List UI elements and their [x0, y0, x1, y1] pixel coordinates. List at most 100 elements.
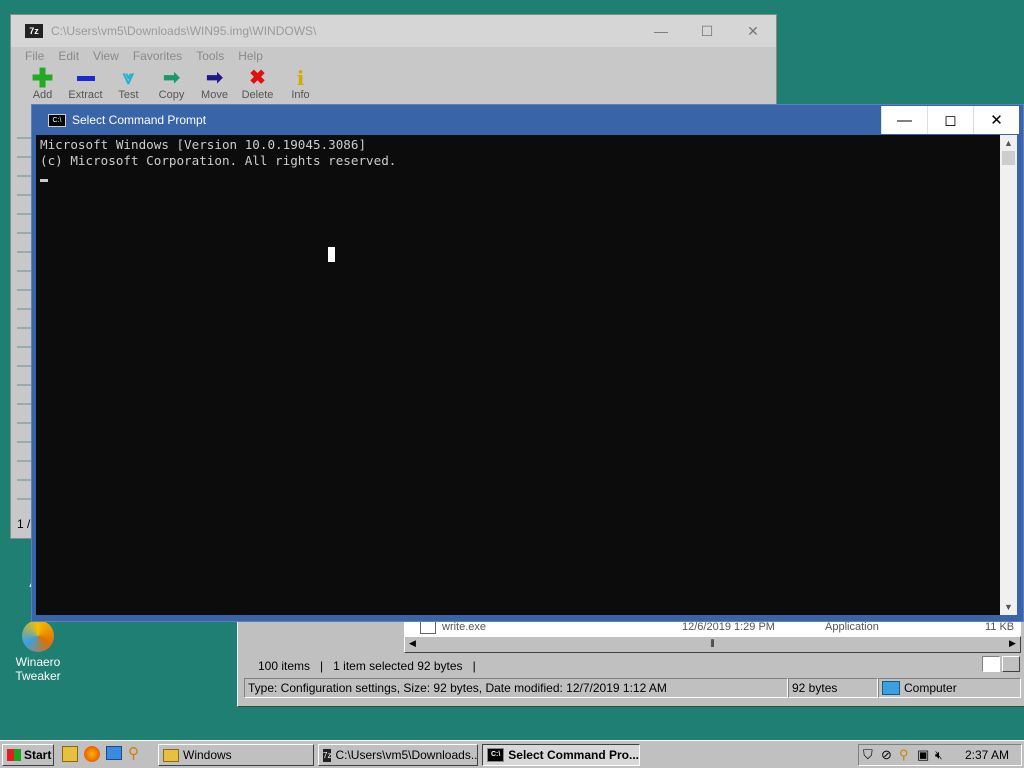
task-label: C:\Users\vm5\Downloads... [335, 748, 478, 762]
scroll-thumb[interactable] [1002, 151, 1015, 165]
system-tray: ⛉ ⊘ ⚲ ▣ 🔇︎ 2:37 AM [858, 744, 1022, 766]
keyboard-icon[interactable] [106, 746, 122, 760]
quick-launch: ⚲ [62, 746, 144, 762]
minimize-button[interactable]: — [881, 106, 927, 134]
console-output[interactable]: Microsoft Windows [Version 10.0.19045.30… [36, 135, 1000, 615]
cmd-window[interactable]: C:\ Select Command Prompt — ◻ ✕ Microsof… [31, 104, 1024, 622]
scroll-right-button[interactable]: ▶ [1005, 637, 1020, 652]
prompt-line [40, 169, 1000, 185]
details-view-icon[interactable] [982, 656, 1000, 672]
winaero-tweaker-icon [22, 620, 54, 652]
copy-label: Copy [158, 89, 185, 101]
detail-location-label: Computer [904, 681, 957, 695]
copy-button[interactable]: ➡ Copy [150, 65, 193, 105]
scroll-left-button[interactable]: ◀ [405, 637, 420, 652]
windows-logo-icon [7, 749, 21, 761]
detail-text: Type: Configuration settings, Size: 92 b… [244, 678, 788, 698]
menu-file[interactable]: File [25, 49, 44, 63]
task-cmd[interactable]: C:\ Select Command Pro... [482, 744, 640, 766]
vertical-scrollbar[interactable]: ▲ ▼ [1000, 135, 1017, 615]
cmd-title: Select Command Prompt [72, 113, 207, 127]
detail-location: Computer [878, 678, 1021, 698]
view-toggle[interactable] [982, 656, 1022, 674]
x-icon: ✖ [249, 67, 266, 89]
text-cursor [40, 179, 48, 182]
move-button[interactable]: ➡ Move [193, 65, 236, 105]
menu-edit[interactable]: Edit [58, 49, 79, 63]
scroll-up-button[interactable]: ▲ [1000, 135, 1017, 151]
extract-button[interactable]: Extract [64, 65, 107, 105]
item-count: 100 items [258, 659, 311, 673]
info-icon: i [296, 66, 305, 90]
plus-icon: ✚ [31, 63, 54, 93]
file-name: write.exe [442, 621, 487, 633]
file-date: 12/6/2019 1:29 PM [682, 621, 775, 633]
file-size: 11 KB [985, 621, 1015, 633]
maximize-button[interactable]: ☐ [684, 15, 730, 47]
folder-icon [163, 748, 179, 762]
desktop-icon-label: Winaero [15, 655, 61, 669]
delete-label: Delete [241, 89, 274, 101]
cmd-titlebar[interactable]: C:\ Select Command Prompt — ◻ ✕ [32, 105, 1023, 135]
info-label: Info [291, 89, 310, 101]
desktop-icon-label: Tweaker [15, 669, 61, 683]
taskbar: Start ⚲ Windows 7z C:\Users\vm5\Download… [0, 740, 1024, 768]
search-icon[interactable]: ⚲ [128, 746, 144, 762]
console-line: Microsoft Windows [Version 10.0.19045.30… [40, 137, 367, 152]
detail-size: 92 bytes [788, 678, 878, 698]
info-button[interactable]: i Info [279, 65, 322, 105]
arrow-right-icon: ➡ [163, 67, 180, 89]
volume-muted-icon[interactable]: 🔇︎ [935, 748, 949, 762]
horizontal-scrollbar[interactable]: ◀ ⦀ ▶ [404, 636, 1021, 653]
desktop-icon-winaero-tweaker[interactable]: Winaero Tweaker [8, 620, 68, 683]
menu-tools[interactable]: Tools [196, 49, 224, 63]
computer-icon [882, 681, 900, 695]
7zip-logo-icon: 7z [25, 24, 43, 38]
cmd-icon: C:\ [48, 113, 66, 127]
task-7zip[interactable]: 7z C:\Users\vm5\Downloads... [318, 744, 478, 766]
7zip-titlebar[interactable]: 7z C:\Users\vm5\Downloads\WIN95.img\WIND… [11, 15, 776, 47]
extract-label: Extract [68, 89, 103, 101]
mouse-cursor [328, 247, 335, 262]
maximize-button[interactable]: ◻ [927, 106, 973, 134]
selection-info: 1 item selected 92 bytes [333, 659, 463, 673]
add-button[interactable]: ✚ Add [21, 65, 64, 105]
check-icon: ⩔ [122, 67, 135, 89]
network-off-icon[interactable]: ⊘ [881, 748, 895, 762]
7zip-toolbar: ✚ Add Extract ⩔ Test ➡ Copy ➡ Move ✖ Del… [11, 65, 776, 105]
arrow-right-icon: ➡ [206, 67, 223, 89]
console-line: (c) Microsoft Corporation. All rights re… [40, 153, 397, 168]
7zip-title: C:\Users\vm5\Downloads\WIN95.img\WINDOWS… [51, 24, 317, 38]
minus-icon [75, 67, 97, 89]
folder-icon[interactable] [62, 746, 78, 762]
scroll-down-button[interactable]: ▼ [1000, 599, 1017, 615]
scroll-thumb[interactable]: ⦀ [420, 637, 1005, 652]
close-button[interactable]: ✕ [730, 15, 776, 47]
test-label: Test [118, 89, 139, 101]
file-type: Application [825, 621, 879, 633]
large-icons-view-icon[interactable] [1002, 656, 1020, 672]
start-button[interactable]: Start [2, 744, 54, 766]
task-windows[interactable]: Windows [158, 744, 314, 766]
search-icon[interactable]: ⚲ [899, 748, 913, 762]
detail-bar: Type: Configuration settings, Size: 92 b… [244, 678, 1021, 698]
menu-favorites[interactable]: Favorites [133, 49, 182, 63]
close-button[interactable]: ✕ [973, 106, 1019, 134]
menu-view[interactable]: View [93, 49, 119, 63]
add-label: Add [32, 89, 53, 101]
clock[interactable]: 2:37 AM [953, 748, 1021, 762]
firefox-icon[interactable] [84, 746, 100, 762]
exe-file-icon [420, 620, 436, 634]
minimize-button[interactable]: — [638, 15, 684, 47]
7zip-status: 1 / [17, 517, 31, 531]
task-label: Windows [183, 748, 232, 762]
delete-button[interactable]: ✖ Delete [236, 65, 279, 105]
menu-help[interactable]: Help [238, 49, 263, 63]
7zip-menubar: File Edit View Favorites Tools Help [11, 47, 776, 65]
shield-icon[interactable]: ⛉ [863, 748, 877, 762]
cmd-icon: C:\ [487, 748, 505, 762]
test-button[interactable]: ⩔ Test [107, 65, 150, 105]
task-label: Select Command Pro... [508, 748, 639, 762]
computer-icon[interactable]: ▣ [917, 748, 931, 762]
status-bar: 100 items | 1 item selected 92 bytes | [258, 659, 476, 673]
